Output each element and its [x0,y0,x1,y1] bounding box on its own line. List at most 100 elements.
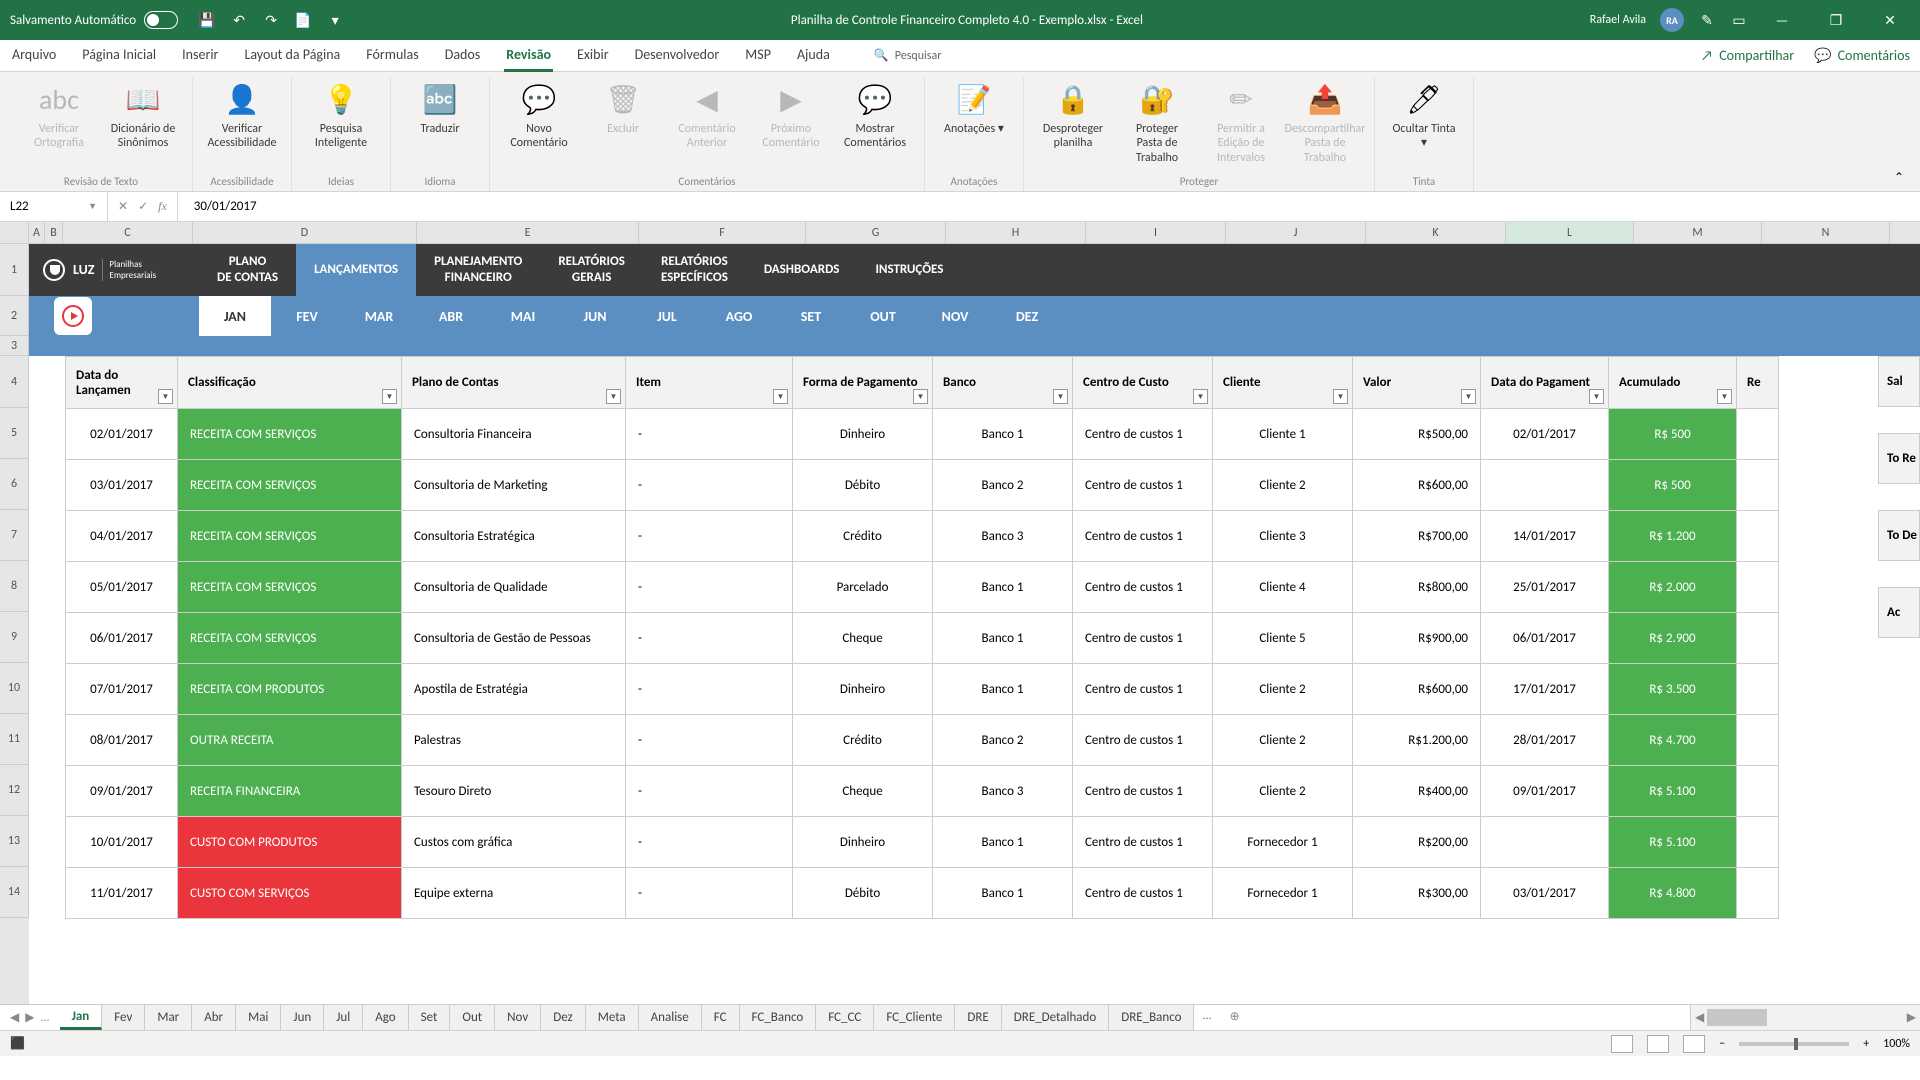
cell-payment-form[interactable]: Crédito [793,715,933,766]
cell-item[interactable]: - [626,562,793,613]
cell-bank[interactable]: Banco 3 [933,766,1073,817]
filter-icon[interactable]: ▼ [1053,389,1068,404]
row-header[interactable]: 11 [0,714,29,765]
table-row[interactable]: 02/01/2017 RECEITA COM SERVIÇOS Consulto… [66,409,1779,460]
ribbon-tab-ajuda[interactable]: Ajuda [795,40,832,72]
cell-accumulated[interactable]: R$ 4.800 [1609,868,1737,919]
cell-payment-form[interactable]: Cheque [793,613,933,664]
table-header[interactable]: Banco▼ [933,357,1073,409]
cell-date[interactable]: 03/01/2017 [66,460,178,511]
sheet-tabs-overflow[interactable]: ... [1194,1005,1219,1030]
sheet-tab[interactable]: Mai [236,1005,281,1030]
cell-classification[interactable]: CUSTO COM PRODUTOS [178,817,402,868]
row-header[interactable]: 9 [0,612,29,663]
scrollbar-thumb[interactable] [1707,1009,1767,1026]
cell-client[interactable]: Cliente 2 [1213,766,1353,817]
table-row[interactable]: 07/01/2017 RECEITA COM PRODUTOS Apostila… [66,664,1779,715]
cell-item[interactable]: - [626,715,793,766]
cell-accumulated[interactable]: R$ 5.100 [1609,766,1737,817]
cell-client[interactable]: Cliente 2 [1213,460,1353,511]
accept-formula-icon[interactable]: ✓ [138,199,148,214]
month-tab[interactable]: SET [775,296,847,336]
nav-item[interactable]: INSTRUÇÕES [857,244,961,296]
cell-extra[interactable] [1737,460,1779,511]
filter-icon[interactable]: ▼ [1193,389,1208,404]
column-header[interactable]: B [45,222,63,243]
tab-next-icon[interactable]: ▶ [25,1010,34,1025]
column-header[interactable]: E [417,222,639,243]
ribbon-tab-revisão[interactable]: Revisão [504,40,553,72]
cell-classification[interactable]: RECEITA COM PRODUTOS [178,664,402,715]
cell-date[interactable]: 10/01/2017 [66,817,178,868]
cell-client[interactable]: Cliente 2 [1213,715,1353,766]
cell-bank[interactable]: Banco 1 [933,868,1073,919]
sheet-tab[interactable]: FC [702,1005,740,1030]
month-tab[interactable]: ABR [415,296,487,336]
sheet-tab[interactable]: Nov [495,1005,541,1030]
cell-client[interactable]: Fornecedor 1 [1213,817,1353,868]
cell-extra[interactable] [1737,664,1779,715]
cell-classification[interactable]: RECEITA COM SERVIÇOS [178,511,402,562]
cell-cost-center[interactable]: Centro de custos 1 [1073,715,1213,766]
filter-icon[interactable]: ▼ [158,389,173,404]
cell-accumulated[interactable]: R$ 1.200 [1609,511,1737,562]
cell-classification[interactable]: RECEITA COM SERVIÇOS [178,460,402,511]
redo-icon[interactable]: ↷ [262,11,280,29]
ribbon-tab-página-inicial[interactable]: Página Inicial [80,40,158,72]
table-row[interactable]: 11/01/2017 CUSTO COM SERVIÇOS Equipe ext… [66,868,1779,919]
sheet-tab[interactable]: DRE_Banco [1109,1005,1194,1030]
table-header[interactable]: Plano de Contas▼ [402,357,626,409]
table-header[interactable]: Classificação▼ [178,357,402,409]
cell-item[interactable]: - [626,511,793,562]
ribbon-button[interactable]: 💡Pesquisa Inteligente [304,78,378,155]
sheet-tab[interactable]: Dez [541,1005,585,1030]
cell-plan[interactable]: Custos com gráfica [402,817,626,868]
month-tab[interactable]: MAR [343,296,415,336]
table-header[interactable]: Data do Lançamen▼ [66,357,178,409]
table-header[interactable]: Acumulado▼ [1609,357,1737,409]
ribbon-button[interactable]: 👤Verificar Acessibilidade [205,78,279,155]
cell-cost-center[interactable]: Centro de custos 1 [1073,460,1213,511]
cell-payment-form[interactable]: Débito [793,460,933,511]
page-layout-view-button[interactable] [1647,1035,1669,1053]
row-header[interactable]: 12 [0,765,29,816]
month-tab[interactable]: OUT [847,296,919,336]
username[interactable]: Rafael Avila [1590,13,1646,27]
cell-pay-date[interactable] [1481,817,1609,868]
ribbon-button[interactable]: 📝Anotações ▾ [937,78,1011,140]
sheet-tab[interactable]: Ago [363,1005,408,1030]
sheet-tab[interactable]: Abr [192,1005,236,1030]
cell-payment-form[interactable]: Parcelado [793,562,933,613]
cell-date[interactable]: 07/01/2017 [66,664,178,715]
cell-cost-center[interactable]: Centro de custos 1 [1073,511,1213,562]
row-header[interactable]: 2 [0,296,29,336]
cell-accumulated[interactable]: R$ 5.100 [1609,817,1737,868]
ribbon-options-icon[interactable]: ▭ [1730,11,1748,29]
cell-payment-form[interactable]: Dinheiro [793,817,933,868]
cell-item[interactable]: - [626,613,793,664]
cell-value[interactable]: R$600,00 [1353,664,1481,715]
close-button[interactable]: ✕ [1870,5,1910,35]
cell-bank[interactable]: Banco 1 [933,409,1073,460]
cell-extra[interactable] [1737,562,1779,613]
ribbon-tab-exibir[interactable]: Exibir [575,40,611,72]
nav-item[interactable]: PLANEJAMENTOFINANCEIRO [416,244,540,296]
cell-value[interactable]: R$700,00 [1353,511,1481,562]
cell-cost-center[interactable]: Centro de custos 1 [1073,562,1213,613]
cell-pay-date[interactable]: 14/01/2017 [1481,511,1609,562]
cell-payment-form[interactable]: Dinheiro [793,664,933,715]
cell-client[interactable]: Cliente 3 [1213,511,1353,562]
sheet-tab[interactable]: Mar [145,1005,192,1030]
zoom-out-button[interactable]: − [1719,1037,1725,1051]
cell-bank[interactable]: Banco 2 [933,460,1073,511]
cell-date[interactable]: 08/01/2017 [66,715,178,766]
cell-cost-center[interactable]: Centro de custos 1 [1073,409,1213,460]
month-tab[interactable]: FEV [271,296,343,336]
cell-bank[interactable]: Banco 3 [933,511,1073,562]
filter-icon[interactable]: ▼ [1461,389,1476,404]
cell-plan[interactable]: Palestras [402,715,626,766]
row-header[interactable]: 14 [0,867,29,918]
cell-value[interactable]: R$200,00 [1353,817,1481,868]
ribbon-button[interactable]: 🔐Proteger Pasta de Trabalho [1120,78,1194,169]
cell-classification[interactable]: RECEITA COM SERVIÇOS [178,562,402,613]
